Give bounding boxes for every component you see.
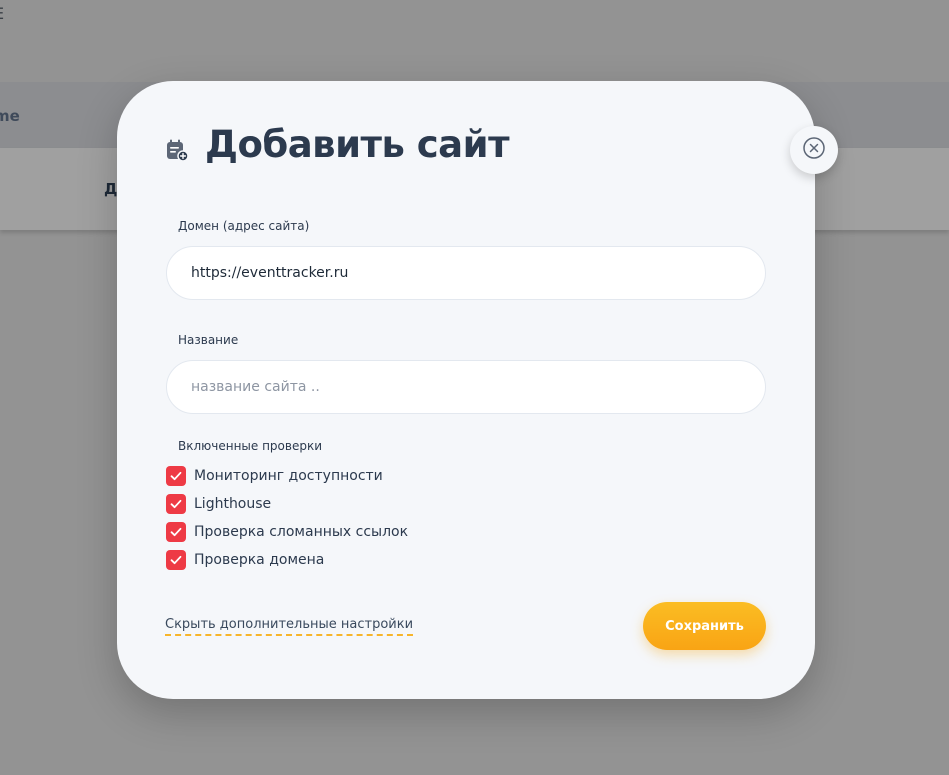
check-label: Мониторинг доступности	[194, 468, 383, 484]
check-availability-monitoring[interactable]: Мониторинг доступности	[166, 466, 383, 486]
modal-title: Добавить сайт	[205, 123, 510, 166]
close-circle-icon	[802, 136, 826, 164]
checkbox-checked-icon[interactable]	[166, 522, 186, 542]
check-label: Проверка домена	[194, 552, 325, 568]
check-domain[interactable]: Проверка домена	[166, 550, 324, 570]
check-lighthouse[interactable]: Lighthouse	[166, 494, 271, 514]
background-fragment: Е	[0, 4, 4, 23]
close-button[interactable]	[790, 126, 838, 174]
name-field-label: Название	[178, 333, 239, 347]
domain-input[interactable]	[166, 246, 766, 300]
domain-field-label: Домен (адрес сайта)	[178, 219, 310, 233]
check-label: Lighthouse	[194, 496, 272, 512]
check-label: Проверка сломанных ссылок	[194, 524, 409, 540]
calendar-add-icon	[165, 138, 189, 162]
checkbox-checked-icon[interactable]	[166, 466, 186, 486]
background-header-label: me	[0, 107, 20, 125]
hide-advanced-settings-link[interactable]: Скрыть дополнительные настройки	[165, 617, 414, 636]
checkbox-checked-icon[interactable]	[166, 494, 186, 514]
enabled-checks-label: Включенные проверки	[178, 439, 323, 453]
add-site-modal: Добавить сайт Домен (адрес сайта) Назван…	[117, 81, 815, 699]
background-card-label: Д	[104, 180, 118, 198]
save-button[interactable]: Сохранить	[643, 602, 766, 650]
checkbox-checked-icon[interactable]	[166, 550, 186, 570]
name-input[interactable]	[166, 360, 766, 414]
check-broken-links[interactable]: Проверка сломанных ссылок	[166, 522, 408, 542]
